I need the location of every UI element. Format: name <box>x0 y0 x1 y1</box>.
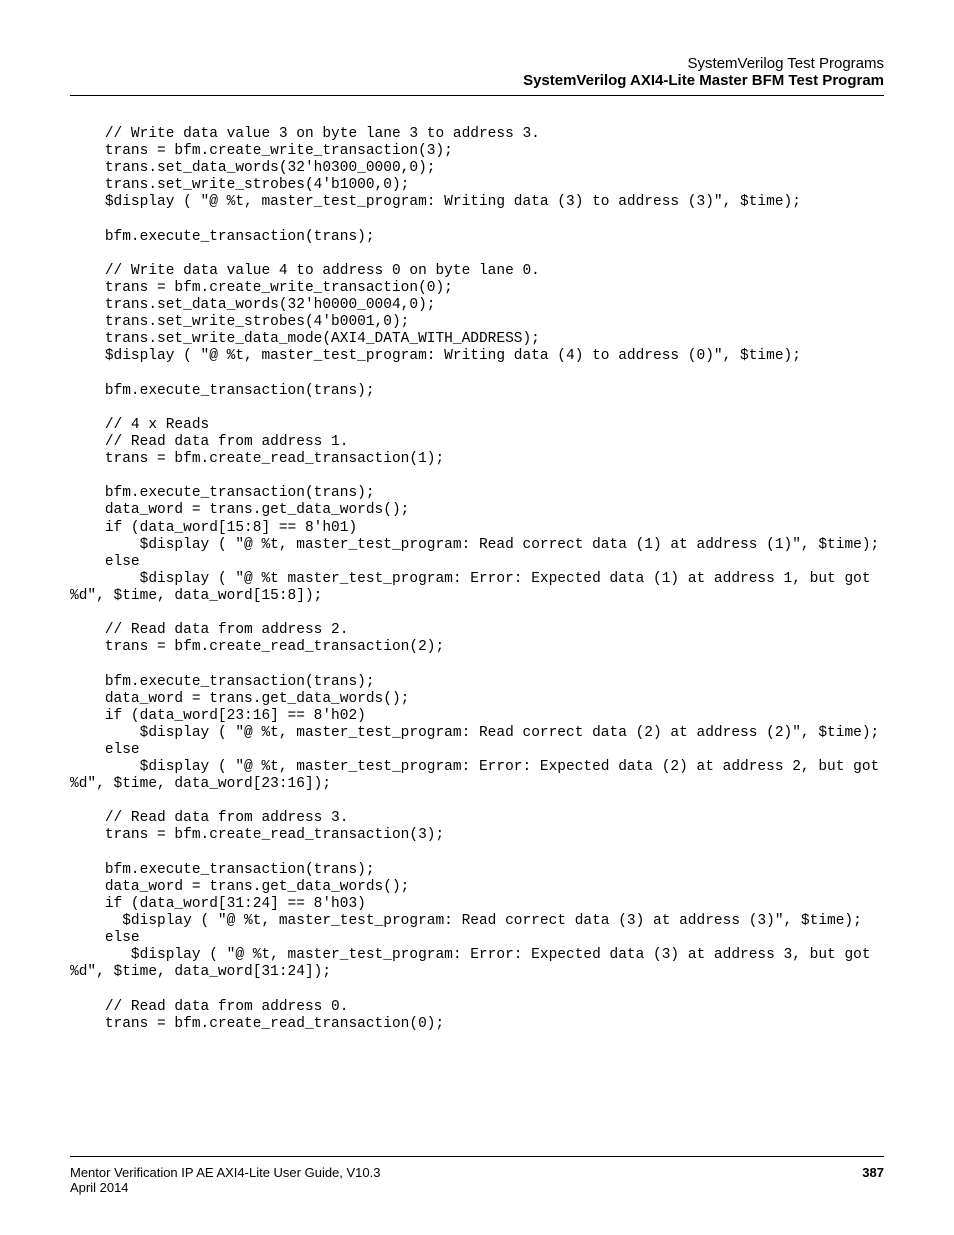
header-title: SystemVerilog AXI4-Lite Master BFM Test … <box>70 72 884 89</box>
footer-doc-title: Mentor Verification IP AE AXI4-Lite User… <box>70 1165 380 1180</box>
page: SystemVerilog Test Programs SystemVerilo… <box>0 0 954 1235</box>
page-footer: Mentor Verification IP AE AXI4-Lite User… <box>70 1156 884 1195</box>
page-number: 387 <box>862 1165 884 1180</box>
page-header: SystemVerilog Test Programs SystemVerilo… <box>70 55 884 89</box>
footer-date: April 2014 <box>70 1180 884 1195</box>
footer-rule <box>70 1156 884 1157</box>
code-listing: // Write data value 3 on byte lane 3 to … <box>70 126 884 1033</box>
header-category: SystemVerilog Test Programs <box>70 55 884 72</box>
header-rule <box>70 95 884 96</box>
footer-row: Mentor Verification IP AE AXI4-Lite User… <box>70 1165 884 1180</box>
